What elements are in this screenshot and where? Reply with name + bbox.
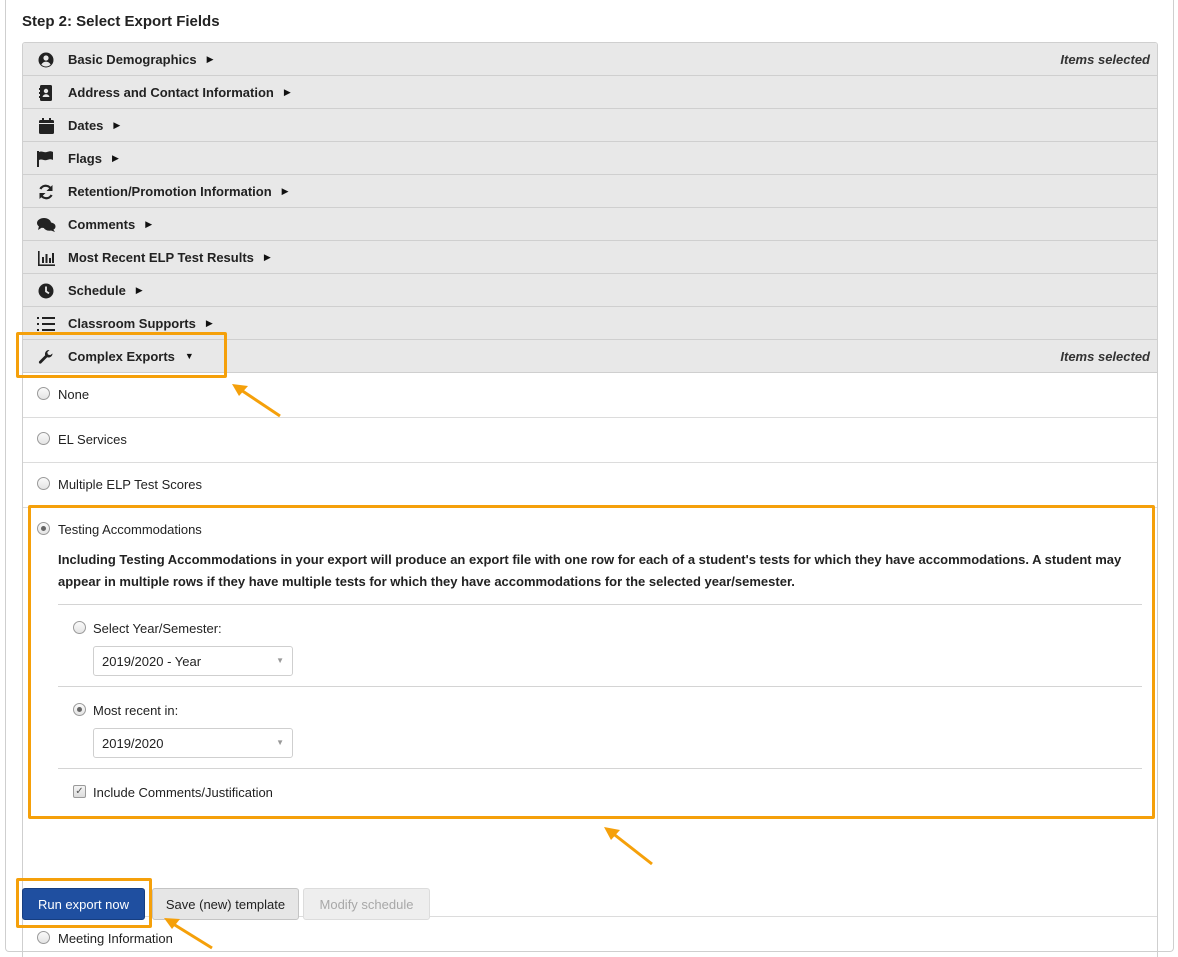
option-label: EL Services: [58, 432, 127, 447]
select-value: 2019/2020 - Year: [102, 654, 202, 669]
caret-right-icon: ▶: [263, 252, 271, 262]
caret-right-icon: ▶: [281, 186, 289, 196]
section-label: Flags ▶: [68, 151, 119, 166]
include-comments-checkbox[interactable]: ✓: [73, 785, 86, 798]
comments-icon: [36, 215, 56, 235]
section-flags[interactable]: Flags ▶: [23, 142, 1157, 175]
section-comments[interactable]: Comments ▶: [23, 208, 1157, 241]
radio-el-services[interactable]: [37, 432, 50, 445]
user-circle-icon: [36, 50, 56, 70]
flag-icon: [36, 149, 56, 169]
option-none[interactable]: None: [23, 373, 1157, 418]
export-fields-accordion: Basic Demographics ▶ Items selected Addre…: [22, 42, 1158, 957]
caret-down-icon: ▼: [184, 351, 194, 361]
run-export-button[interactable]: Run export now: [22, 888, 145, 920]
section-elp-test-results[interactable]: Most Recent ELP Test Results ▶: [23, 241, 1157, 274]
items-selected-note: Items selected: [1060, 349, 1150, 364]
radio-multiple-elp[interactable]: [37, 477, 50, 490]
checkmark-icon: ✓: [75, 786, 84, 797]
radio-meeting-information[interactable]: [37, 931, 50, 944]
section-basic-demographics[interactable]: Basic Demographics ▶ Items selected: [23, 43, 1157, 76]
dropdown-arrow-icon: ▼: [276, 738, 284, 747]
caret-right-icon: ▶: [205, 318, 213, 328]
section-label: Classroom Supports ▶: [68, 316, 213, 331]
option-multiple-elp[interactable]: Multiple ELP Test Scores: [23, 463, 1157, 508]
section-label: Retention/Promotion Information ▶: [68, 184, 289, 199]
step-title: Step 2: Select Export Fields: [22, 13, 220, 30]
sync-icon: [36, 182, 56, 202]
radio-select-year-semester[interactable]: [73, 621, 86, 634]
year-semester-select[interactable]: 2019/2020 - Year ▼: [93, 646, 293, 676]
most-recent-in-select[interactable]: 2019/2020 ▼: [93, 728, 293, 758]
option-label: Testing Accommodations: [58, 522, 202, 537]
section-address-contact[interactable]: Address and Contact Information ▶: [23, 76, 1157, 109]
option-label: None: [58, 387, 90, 402]
option-el-services[interactable]: EL Services: [23, 418, 1157, 463]
caret-right-icon: ▶: [145, 219, 153, 229]
wrench-icon: [36, 347, 56, 367]
divider: [58, 604, 1142, 605]
caret-right-icon: ▶: [111, 153, 119, 163]
section-retention-promotion[interactable]: Retention/Promotion Information ▶: [23, 175, 1157, 208]
caret-right-icon: ▶: [135, 285, 143, 295]
section-label: Basic Demographics ▶: [68, 52, 214, 67]
section-dates[interactable]: Dates ▶: [23, 109, 1157, 142]
caret-right-icon: ▶: [206, 54, 214, 64]
modify-schedule-button[interactable]: Modify schedule: [303, 888, 430, 920]
include-comments-label: Include Comments/Justification: [93, 785, 273, 800]
section-schedule[interactable]: Schedule ▶: [23, 274, 1157, 307]
section-label: Dates ▶: [68, 118, 121, 133]
option-testing-accommodations: Testing Accommodations Including Testing…: [23, 508, 1157, 917]
caret-right-icon: ▶: [113, 120, 121, 130]
select-year-semester-label: Select Year/Semester:: [93, 621, 222, 636]
items-selected-note: Items selected: [1060, 52, 1150, 67]
section-label: Comments ▶: [68, 217, 153, 232]
radio-none[interactable]: [37, 387, 50, 400]
section-classroom-supports[interactable]: Classroom Supports ▶: [23, 307, 1157, 340]
option-meeting-information[interactable]: Meeting Information: [23, 917, 1157, 957]
section-label: Address and Contact Information ▶: [68, 85, 291, 100]
address-book-icon: [36, 83, 56, 103]
dropdown-arrow-icon: ▼: [276, 656, 284, 665]
testing-accommodations-description: Including Testing Accommodations in your…: [58, 552, 1122, 589]
section-label: Most Recent ELP Test Results ▶: [68, 250, 271, 265]
section-complex-exports[interactable]: Complex Exports ▼ Items selected: [23, 340, 1157, 373]
option-label: Multiple ELP Test Scores: [58, 477, 203, 492]
section-label: Schedule ▶: [68, 283, 143, 298]
divider: [58, 768, 1142, 769]
option-label: Meeting Information: [58, 931, 173, 946]
bar-chart-icon: [36, 248, 56, 268]
divider: [58, 686, 1142, 687]
select-value: 2019/2020: [102, 736, 164, 751]
radio-most-recent-in[interactable]: [73, 703, 86, 716]
radio-testing-accommodations[interactable]: [37, 522, 50, 535]
section-label: Complex Exports ▼: [68, 349, 194, 364]
clock-icon: [36, 281, 56, 301]
caret-right-icon: ▶: [283, 87, 291, 97]
list-icon: [36, 314, 56, 334]
most-recent-in-label: Most recent in:: [93, 703, 179, 718]
save-template-button[interactable]: Save (new) template: [152, 888, 299, 920]
calendar-icon: [36, 116, 56, 136]
